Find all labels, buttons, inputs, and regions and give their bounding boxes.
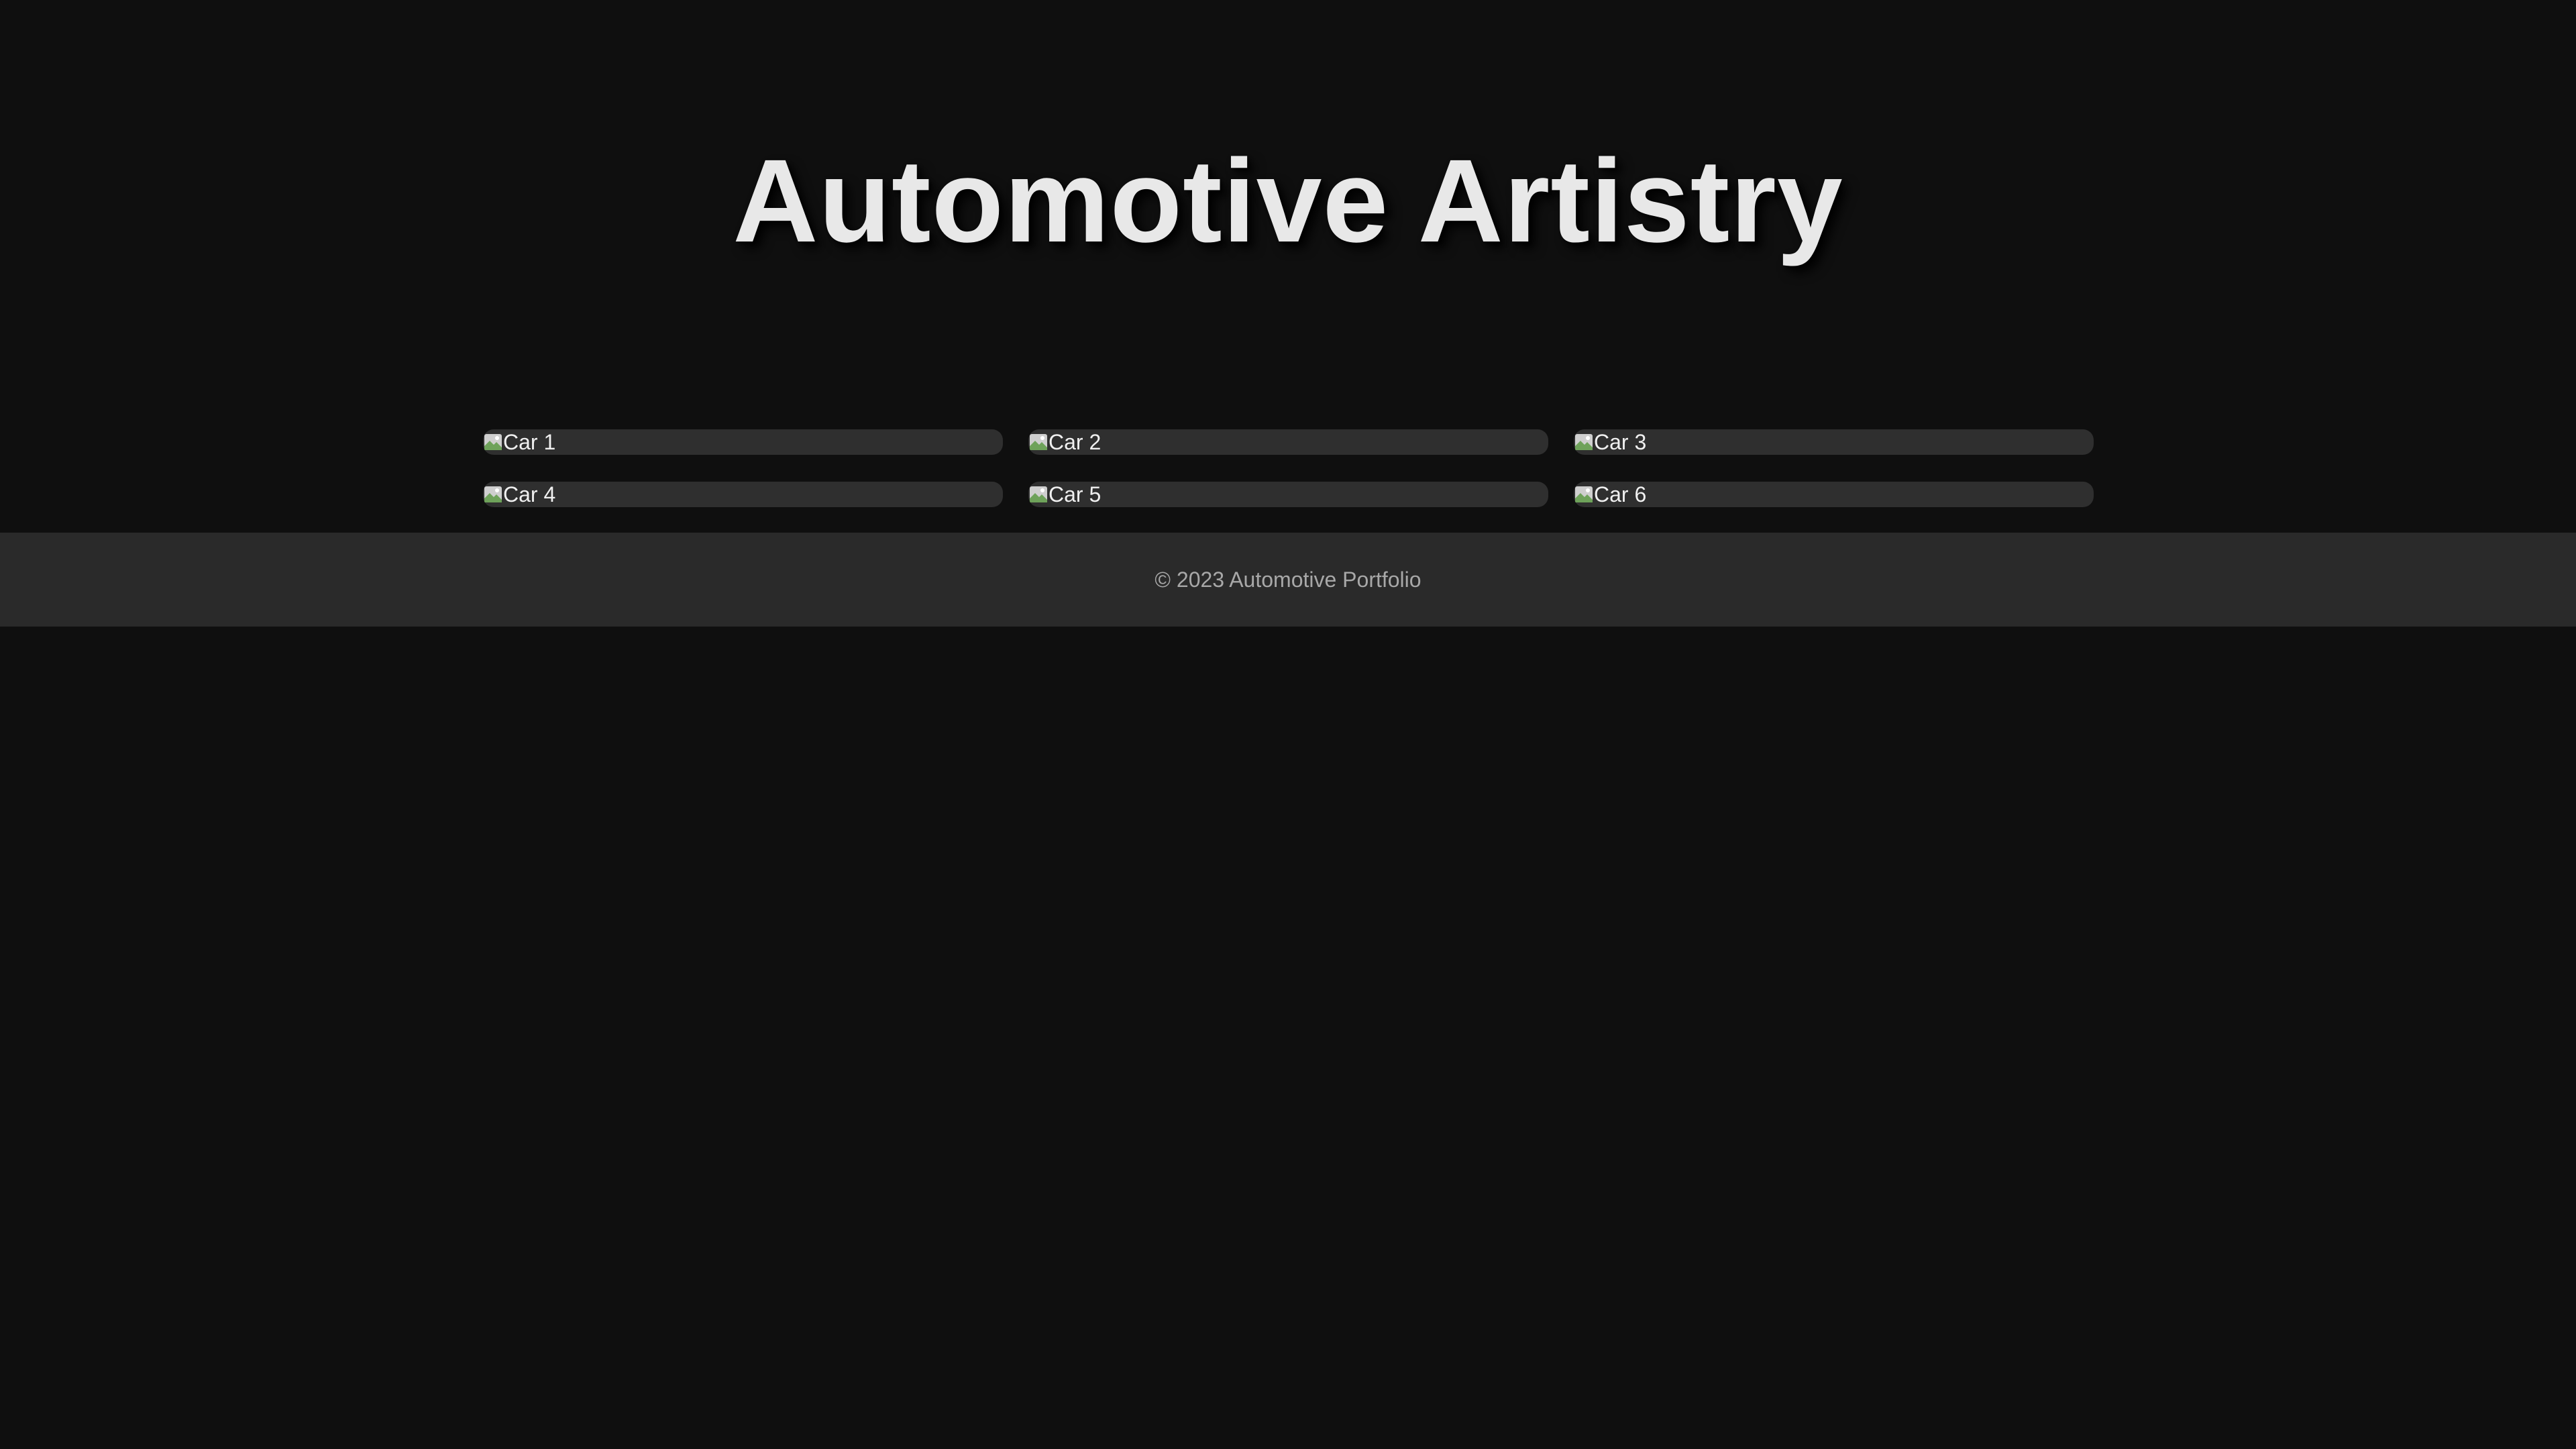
broken-image-icon [1574, 484, 1595, 505]
gallery-item-car-4[interactable]: Car 4 [483, 482, 1003, 507]
gallery-item-alt-text: Car 1 [503, 430, 556, 454]
page-footer: © 2023 Automotive Portfolio [0, 533, 2576, 627]
gallery-item-car-2[interactable]: Car 2 [1028, 429, 1548, 455]
broken-image-icon [483, 431, 504, 453]
broken-image-icon [1574, 431, 1595, 453]
gallery-item-car-6[interactable]: Car 6 [1574, 482, 2094, 507]
page-header: Automotive Artistry [0, 0, 2576, 396]
page-title: Automotive Artistry [733, 136, 1843, 267]
gallery-item-alt-text: Car 6 [1594, 482, 1647, 506]
gallery-item-alt-text: Car 2 [1049, 430, 1102, 454]
copyright-text: © 2023 Automotive Portfolio [1155, 567, 1421, 592]
gallery-item-car-1[interactable]: Car 1 [483, 429, 1003, 455]
gallery-item-alt-text: Car 5 [1049, 482, 1102, 506]
car-gallery: Car 1 Car 2 Car 3 Car 4 Car 5 Car 6 [0, 396, 2576, 533]
broken-image-icon [1028, 431, 1050, 453]
gallery-item-alt-text: Car 3 [1594, 430, 1647, 454]
gallery-item-alt-text: Car 4 [503, 482, 556, 506]
broken-image-icon [483, 484, 504, 505]
broken-image-icon [1028, 484, 1050, 505]
gallery-item-car-5[interactable]: Car 5 [1028, 482, 1548, 507]
gallery-item-car-3[interactable]: Car 3 [1574, 429, 2094, 455]
